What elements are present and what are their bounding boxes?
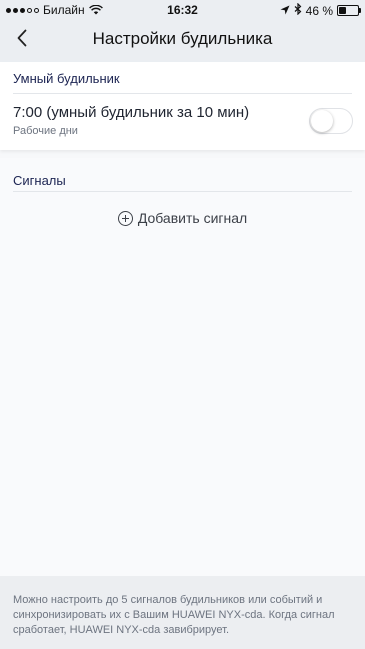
signals-heading: Сигналы <box>13 173 66 188</box>
add-signal-button[interactable]: Добавить сигнал <box>0 210 365 226</box>
battery-fill <box>339 7 346 14</box>
add-signal-label: Добавить сигнал <box>137 210 248 226</box>
top-bar: Билайн 16:32 46 % Настройки будильника <box>0 0 365 62</box>
divider <box>13 191 352 192</box>
smart-alarm-section: Умный будильник 7:00 (умный будильник за… <box>0 62 365 150</box>
alarm-title: 7:00 (умный будильник за 10 мин) <box>13 104 250 121</box>
bluetooth-icon <box>294 2 302 18</box>
smart-alarm-row[interactable]: 7:00 (умный будильник за 10 мин) Рабочие… <box>0 94 365 150</box>
footer-note: Можно настроить до 5 сигналов будильнико… <box>0 576 365 649</box>
battery-percent: 46 % <box>305 3 333 18</box>
page-title: Настройки будильника <box>92 29 273 48</box>
footer-note-text: Можно настроить до 5 сигналов будильнико… <box>13 594 335 636</box>
smart-alarm-heading: Умный будильник <box>13 71 120 86</box>
signals-section: Сигналы Добавить сигнал <box>0 158 365 576</box>
battery-icon <box>337 5 361 16</box>
plus-circle-icon <box>117 210 133 226</box>
header: Настройки будильника <box>0 20 365 60</box>
status-right: 46 % <box>280 2 361 18</box>
alarm-subtitle: Рабочие дни <box>13 125 78 137</box>
smart-alarm-toggle[interactable] <box>309 108 353 134</box>
status-bar: Билайн 16:32 46 % <box>0 0 365 20</box>
toggle-knob <box>311 110 333 132</box>
location-icon <box>280 4 290 18</box>
